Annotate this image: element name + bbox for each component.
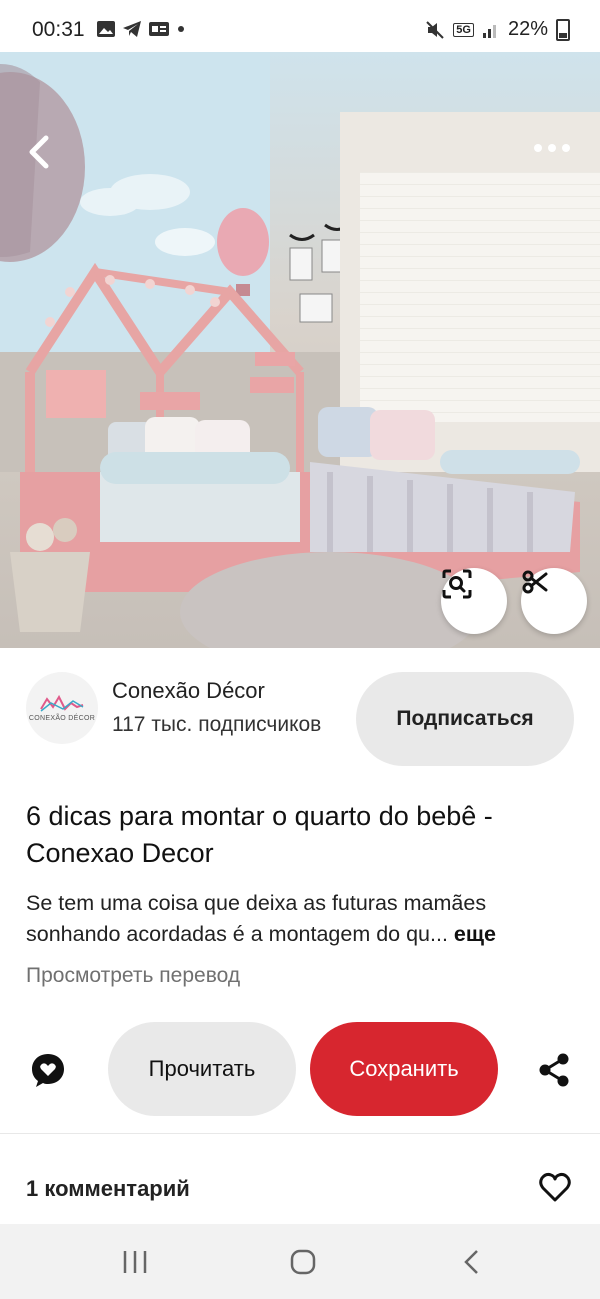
subscribe-button[interactable]: Подписаться (356, 672, 574, 766)
brand-logo-icon (40, 694, 84, 712)
pin-description: Se tem uma coisa que deixa as futuras ma… (26, 888, 576, 950)
more-dots-icon (534, 144, 570, 152)
description-text: Se tem uma coisa que deixa as futuras ma… (26, 891, 487, 946)
comment-button[interactable] (28, 1050, 68, 1090)
back-button[interactable] (26, 134, 70, 178)
system-back-button[interactable] (452, 1242, 492, 1282)
chevron-left-icon (29, 135, 49, 169)
status-bar: 00:31 5G 22% (0, 0, 600, 58)
system-nav-bar (0, 1224, 600, 1299)
comment-bubble-icon (32, 1054, 64, 1087)
creator-row: CONEXÃO DÉCOR Conexão Décor 117 тыс. под… (0, 660, 600, 770)
room-illustration (0, 52, 600, 648)
battery-percent: 22% (507, 18, 548, 40)
share-button[interactable] (534, 1050, 574, 1090)
brand-logo-text: CONEXÃO DÉCOR (28, 714, 96, 722)
recent-apps-icon (123, 1251, 147, 1273)
read-button[interactable]: Прочитать (108, 1022, 296, 1116)
home-icon (290, 1249, 316, 1275)
signal-icon (482, 24, 496, 38)
action-bar: Прочитать Сохранить (0, 1022, 600, 1118)
save-button[interactable]: Сохранить (310, 1022, 498, 1116)
comments-section[interactable]: 1 комментарий (0, 1140, 600, 1224)
creator-avatar[interactable]: CONEXÃO DÉCOR (26, 672, 98, 744)
section-divider (0, 1133, 600, 1134)
mute-icon (426, 20, 444, 39)
home-button[interactable] (283, 1242, 323, 1282)
scissors-icon (522, 570, 548, 594)
network-label: 5G (453, 22, 474, 37)
like-button[interactable] (538, 1170, 572, 1204)
recent-apps-button[interactable] (115, 1242, 155, 1282)
dot-icon (178, 26, 184, 32)
heart-icon (539, 1172, 571, 1202)
app-notification-icon (149, 22, 169, 36)
creator-name[interactable]: Conexão Décor (112, 678, 265, 704)
share-icon (539, 1053, 569, 1087)
gallery-icon (97, 21, 115, 37)
visual-search-icon (442, 569, 472, 599)
telegram-icon (123, 21, 141, 37)
battery-icon (556, 18, 570, 41)
more-options-button[interactable] (530, 138, 574, 158)
cutout-button[interactable] (521, 568, 587, 634)
visual-search-button[interactable] (441, 568, 507, 634)
subscriber-count: 117 тыс. подписчиков (112, 713, 322, 736)
back-arrow-icon (464, 1250, 478, 1274)
more-link[interactable]: еще (454, 922, 496, 946)
translate-link[interactable]: Просмотреть перевод (26, 964, 240, 988)
notification-icons (96, 20, 186, 38)
pin-image[interactable] (0, 52, 600, 648)
pin-title: 6 dicas para montar o quarto do bebê - C… (26, 801, 493, 868)
comments-count[interactable]: 1 комментарий (26, 1176, 190, 1202)
status-time: 00:31 (32, 18, 85, 41)
